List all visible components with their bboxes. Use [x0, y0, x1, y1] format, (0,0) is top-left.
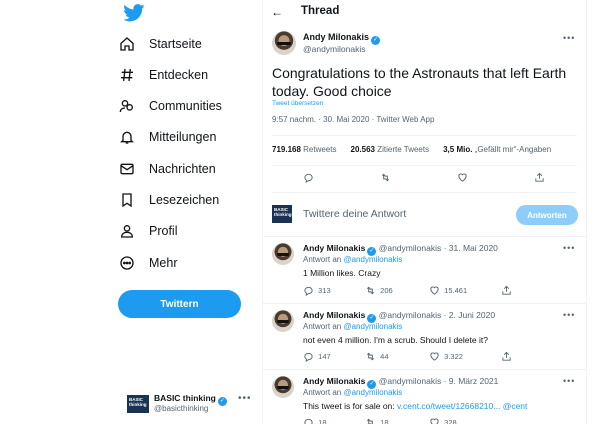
divider	[263, 369, 586, 370]
sidebar-item-mehr[interactable]: Mehr	[118, 248, 177, 278]
like-icon[interactable]	[457, 172, 468, 183]
reply-actions: 147 44 3.322	[303, 351, 512, 362]
avatar[interactable]	[272, 310, 294, 332]
retweet-count[interactable]: 206	[365, 285, 429, 296]
reply-icon[interactable]	[303, 172, 314, 183]
reply-to-line: Antwort an @andymilonakis	[303, 322, 403, 331]
main-column: ← Thread Andy Milonakis ✓ @andymilonakis …	[262, 0, 587, 424]
page-title: Thread	[301, 5, 340, 17]
retweet-icon	[366, 286, 375, 295]
reply-text: not even 4 million. I'm a scrub. Should …	[303, 335, 488, 345]
reply-icon	[304, 286, 313, 296]
reply-count[interactable]: 147	[303, 351, 365, 362]
reply-button[interactable]: Antworten	[516, 205, 578, 225]
translate-link[interactable]: Tweet übersetzen	[272, 100, 323, 107]
account-switcher[interactable]: BASIC thinking BASIC thinking ✓ @basicthi…	[124, 392, 260, 420]
reply-count[interactable]: 18	[303, 417, 365, 424]
likes-stat[interactable]: 3,5 Mio. „Gefällt mir“-Angaben	[443, 145, 551, 154]
tweet-link[interactable]: v.cent.co/tweet/12668210... @cent	[397, 401, 527, 411]
divider	[263, 236, 586, 237]
like-icon	[430, 418, 439, 424]
sidebar-item-mitteilungen[interactable]: Mitteilungen	[118, 122, 216, 152]
more-circle-icon	[118, 254, 136, 272]
mail-icon	[118, 160, 136, 178]
communities-icon	[118, 97, 136, 115]
composer-avatar: BASIC thinking	[272, 205, 292, 223]
hashtag-icon	[118, 66, 136, 84]
twitter-logo-icon[interactable]	[123, 4, 145, 22]
account-avatar: BASIC thinking	[127, 395, 149, 413]
reply-icon	[304, 418, 313, 424]
more-dots-icon[interactable]: •••	[563, 33, 575, 43]
divider	[272, 135, 577, 136]
sidebar-item-entdecken[interactable]: Entdecken	[118, 60, 208, 90]
person-icon	[118, 222, 136, 240]
verified-icon: ✓	[371, 36, 381, 45]
home-icon	[118, 35, 136, 53]
avatar[interactable]	[272, 31, 296, 55]
back-arrow-icon[interactable]: ←	[271, 5, 283, 19]
sidebar-item-label: Startseite	[149, 37, 202, 51]
tweet-button[interactable]: Twittern	[118, 290, 241, 318]
share-icon[interactable]	[534, 172, 545, 183]
retweet-icon[interactable]	[380, 172, 391, 183]
like-count[interactable]: 15.461	[429, 285, 501, 296]
reply-to-line: Antwort an @andymilonakis	[303, 255, 403, 264]
bell-icon	[118, 128, 136, 146]
tweet-actions	[303, 172, 545, 183]
quotes-stat[interactable]: 20.563 Zitierte Tweets	[351, 145, 430, 154]
sidebar-item-startseite[interactable]: Startseite	[118, 29, 202, 59]
retweet-icon	[366, 352, 375, 361]
share-icon[interactable]	[501, 285, 512, 296]
sidebar-item-label: Profil	[149, 224, 178, 238]
more-dots-icon[interactable]: •••	[563, 310, 575, 320]
reply-input[interactable]: Twittere deine Antwort	[303, 208, 406, 220]
sidebar-item-label: Mehr	[149, 256, 178, 270]
more-dots-icon[interactable]: •••	[563, 376, 575, 386]
reply-text: This tweet is for sale on: v.cent.co/twe…	[303, 401, 528, 411]
sidebar-item-label: Mitteilungen	[149, 130, 217, 144]
sidebar: Startseite Entdecken Communities Mitteil…	[0, 0, 262, 424]
more-dots-icon[interactable]: •••	[563, 243, 575, 253]
divider	[272, 192, 577, 193]
reply-text: 1 Million likes. Crazy	[303, 268, 381, 278]
sidebar-item-label: Lesezeichen	[149, 193, 220, 207]
bookmark-icon	[118, 191, 136, 209]
account-handle: @basicthinking	[154, 404, 209, 413]
retweet-icon	[366, 418, 373, 424]
author-handle[interactable]: @andymilonakis	[303, 44, 366, 54]
like-icon	[430, 286, 439, 295]
reply-actions: 313 206 15.461	[303, 285, 512, 296]
retweet-count[interactable]: 44	[365, 351, 429, 362]
avatar[interactable]	[272, 376, 294, 398]
like-icon	[430, 352, 439, 361]
retweets-stat[interactable]: 719.168 Retweets	[272, 145, 337, 154]
divider	[272, 165, 577, 166]
like-count[interactable]: 328	[429, 417, 501, 424]
sidebar-item-profil[interactable]: Profil	[118, 216, 177, 246]
reply-count[interactable]: 313	[303, 285, 365, 296]
sidebar-item-communities[interactable]: Communities	[118, 91, 222, 121]
divider	[263, 303, 586, 304]
reply-to-line: Antwort an @andymilonakis	[303, 388, 403, 397]
sidebar-item-label: Entdecken	[149, 68, 209, 82]
more-dots-icon[interactable]: •••	[238, 393, 252, 404]
sidebar-item-label: Nachrichten	[149, 162, 216, 176]
sidebar-item-label: Communities	[149, 99, 222, 113]
share-icon[interactable]	[501, 351, 512, 362]
sidebar-item-lesezeichen[interactable]: Lesezeichen	[118, 185, 219, 215]
thread-header: ← Thread	[263, 0, 586, 26]
retweet-count[interactable]: 18	[365, 417, 429, 424]
tweet-text: Congratulations to the Astronauts that l…	[272, 65, 567, 99]
reply-icon	[304, 352, 313, 362]
avatar[interactable]	[272, 243, 294, 265]
tweet-stats: 719.168 Retweets 20.563 Zitierte Tweets …	[272, 145, 551, 154]
verified-icon: ✓	[217, 397, 227, 406]
like-count[interactable]: 3.322	[429, 351, 501, 362]
tweet-timestamp[interactable]: 9:57 nachm. · 30. Mai 2020 · Twitter Web…	[272, 115, 434, 124]
reply-actions: 18 18 328	[303, 417, 501, 424]
sidebar-item-nachrichten[interactable]: Nachrichten	[118, 154, 216, 184]
